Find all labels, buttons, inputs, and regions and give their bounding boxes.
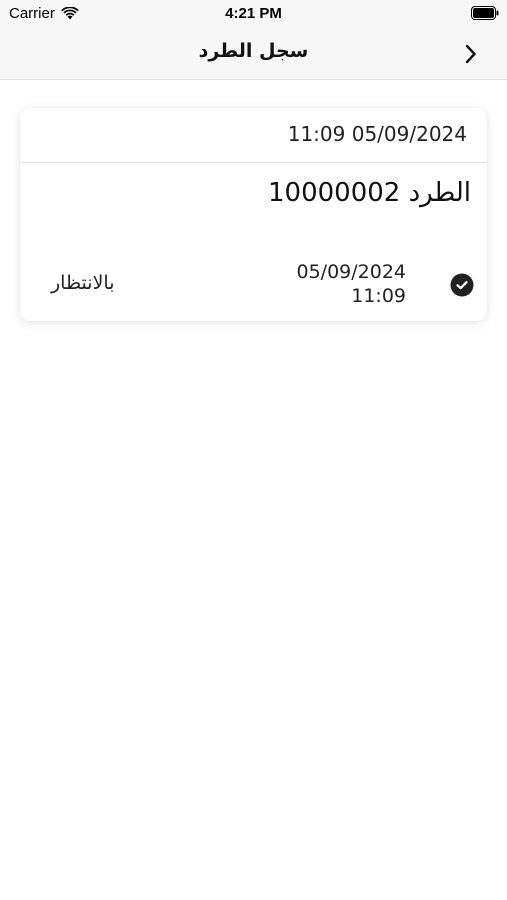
page-title: سجل الطرد [198, 40, 309, 62]
parcel-card[interactable]: 11:09 05/09/2024 الطرد 10000002 05/09/20… [20, 108, 487, 321]
chevron-right-icon [465, 44, 476, 64]
entry-status: بالانتظار [51, 272, 115, 294]
status-time: 4:21 PM [225, 5, 282, 22]
back-button[interactable] [461, 42, 481, 66]
card-header: 11:09 05/09/2024 [20, 108, 487, 163]
parcel-title: الطرد 10000002 [267, 178, 471, 208]
entry-time: 11:09 [351, 285, 406, 307]
entry-date: 05/09/2024 [296, 261, 406, 283]
entry-datetime: 05/09/2024 11:09 [296, 260, 406, 308]
battery-icon [471, 6, 499, 25]
card-datetime: 11:09 05/09/2024 [287, 122, 467, 146]
check-circle-icon [450, 273, 474, 297]
navigation-bar: سجل الطرد [0, 28, 507, 80]
status-bar: Carrier 4:21 PM [0, 0, 507, 28]
